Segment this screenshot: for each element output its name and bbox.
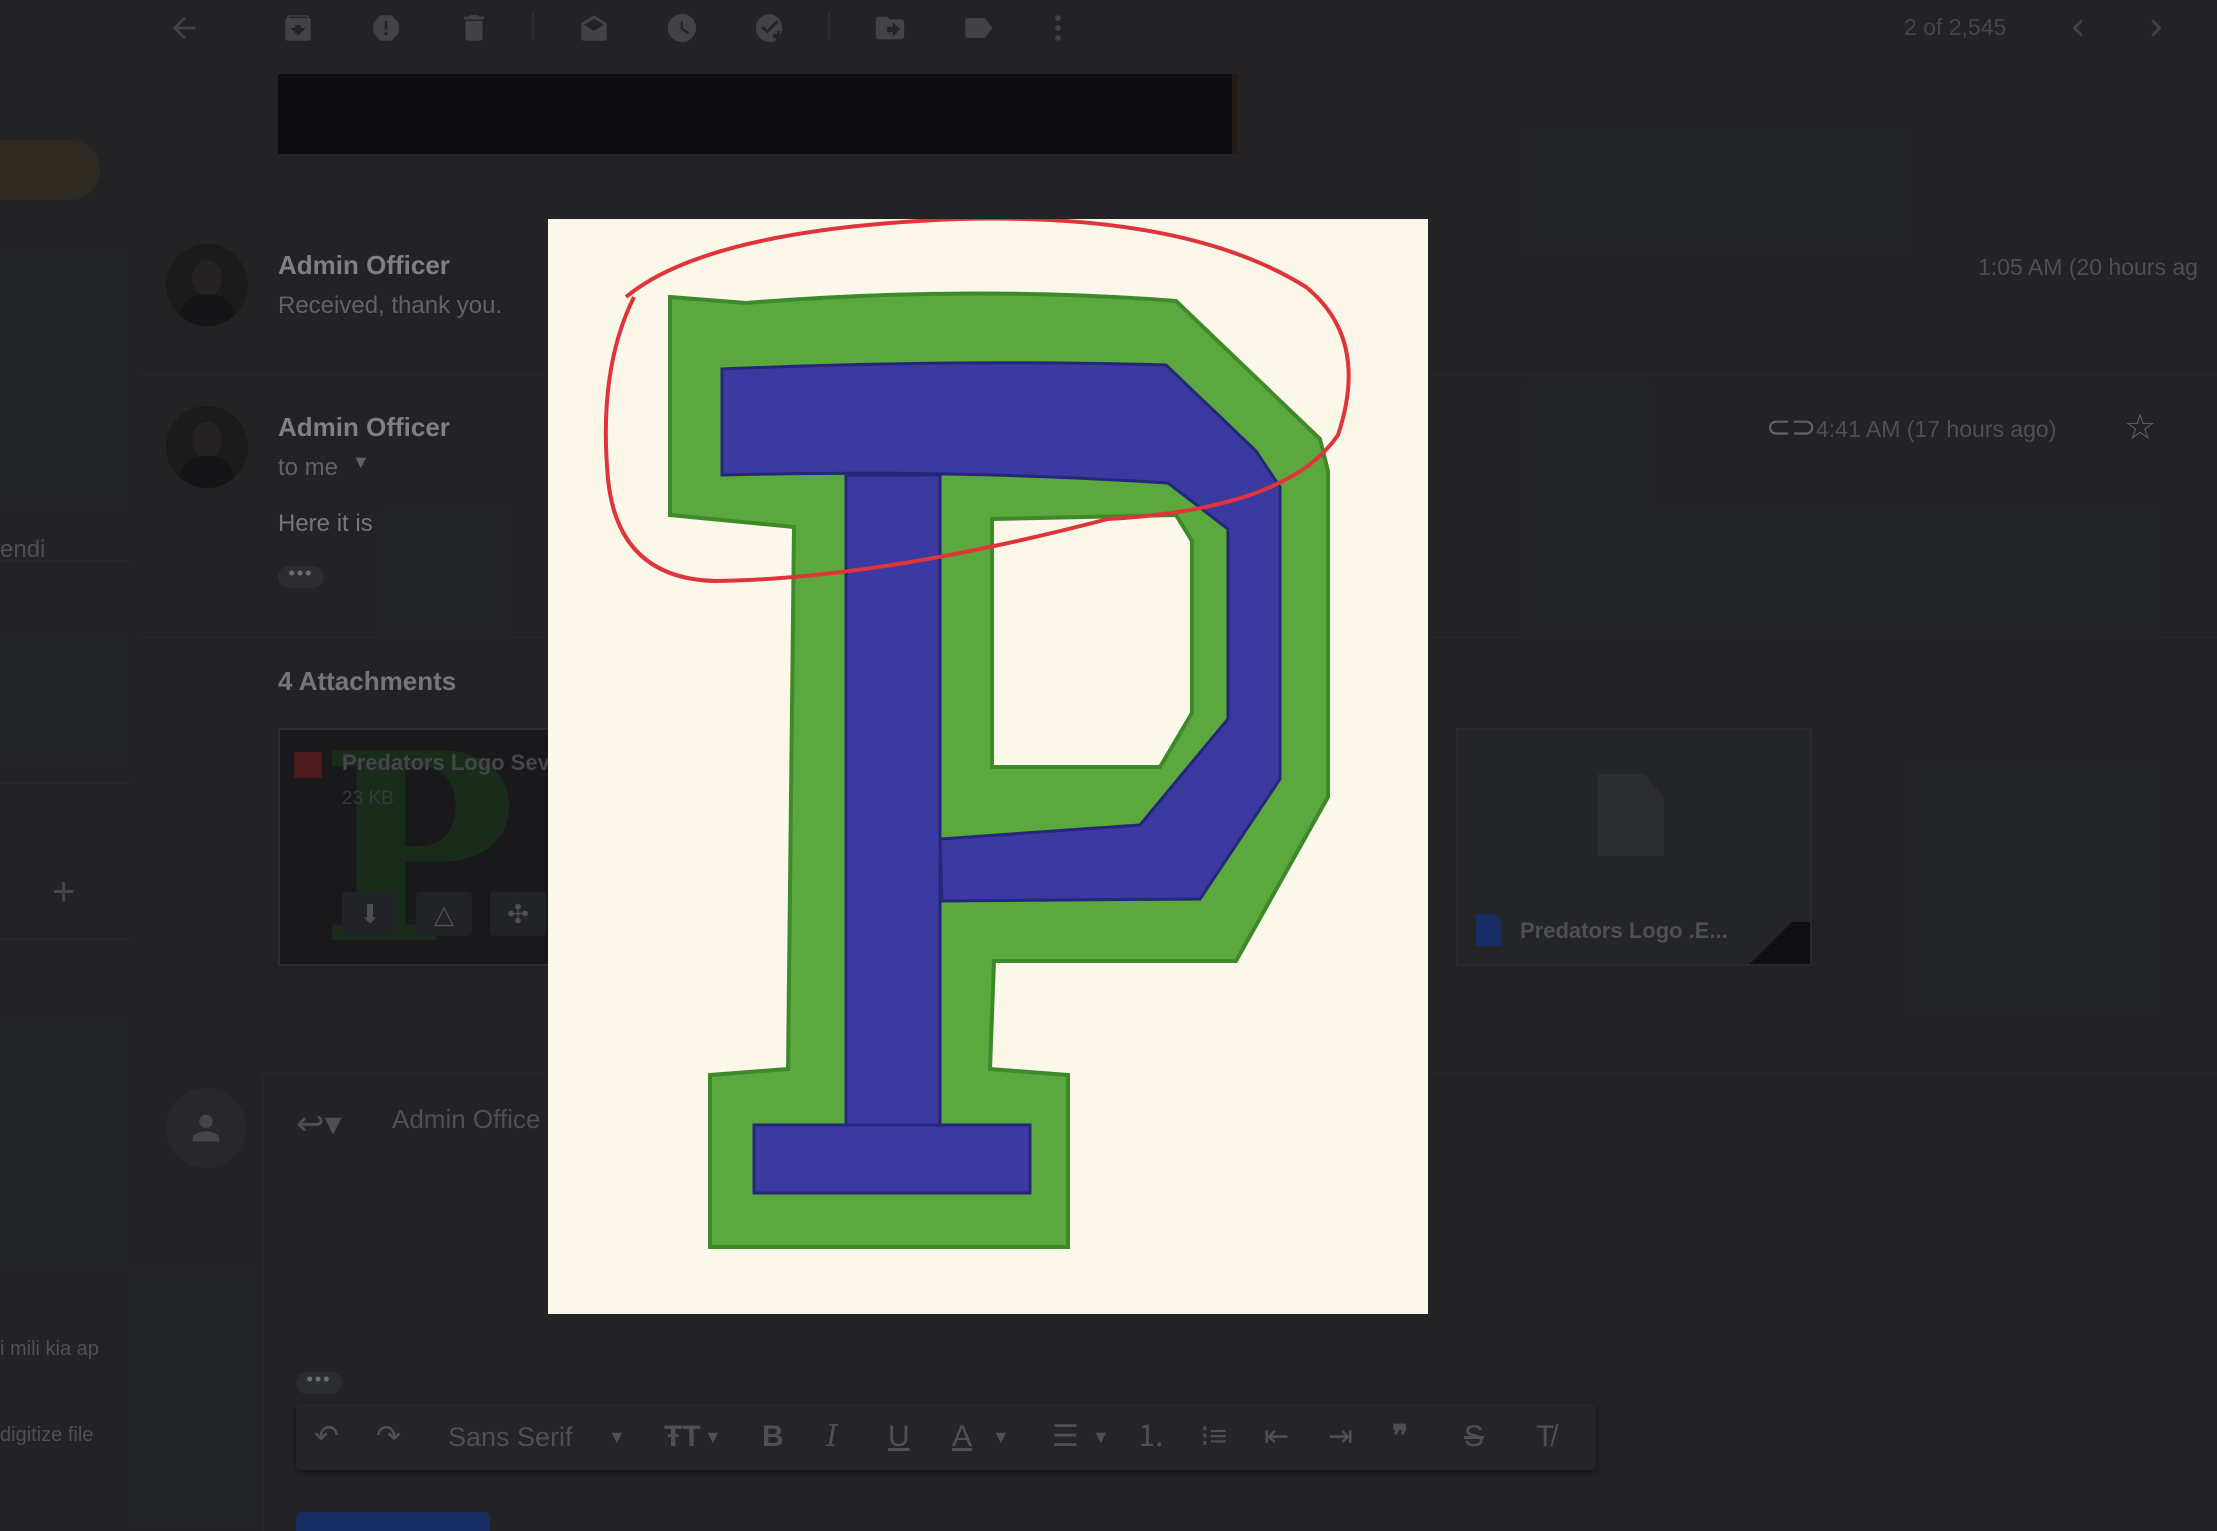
gmail-page: 2 of 2,545 endi + i mili kia ap digitize… (0, 0, 2217, 1531)
embroidered-letter-image (603, 219, 1351, 1249)
letter-stem-blue (844, 473, 942, 1129)
letter-serif-blue (752, 1123, 1032, 1195)
letter-counter (990, 512, 1194, 769)
image-preview (548, 219, 1428, 1314)
